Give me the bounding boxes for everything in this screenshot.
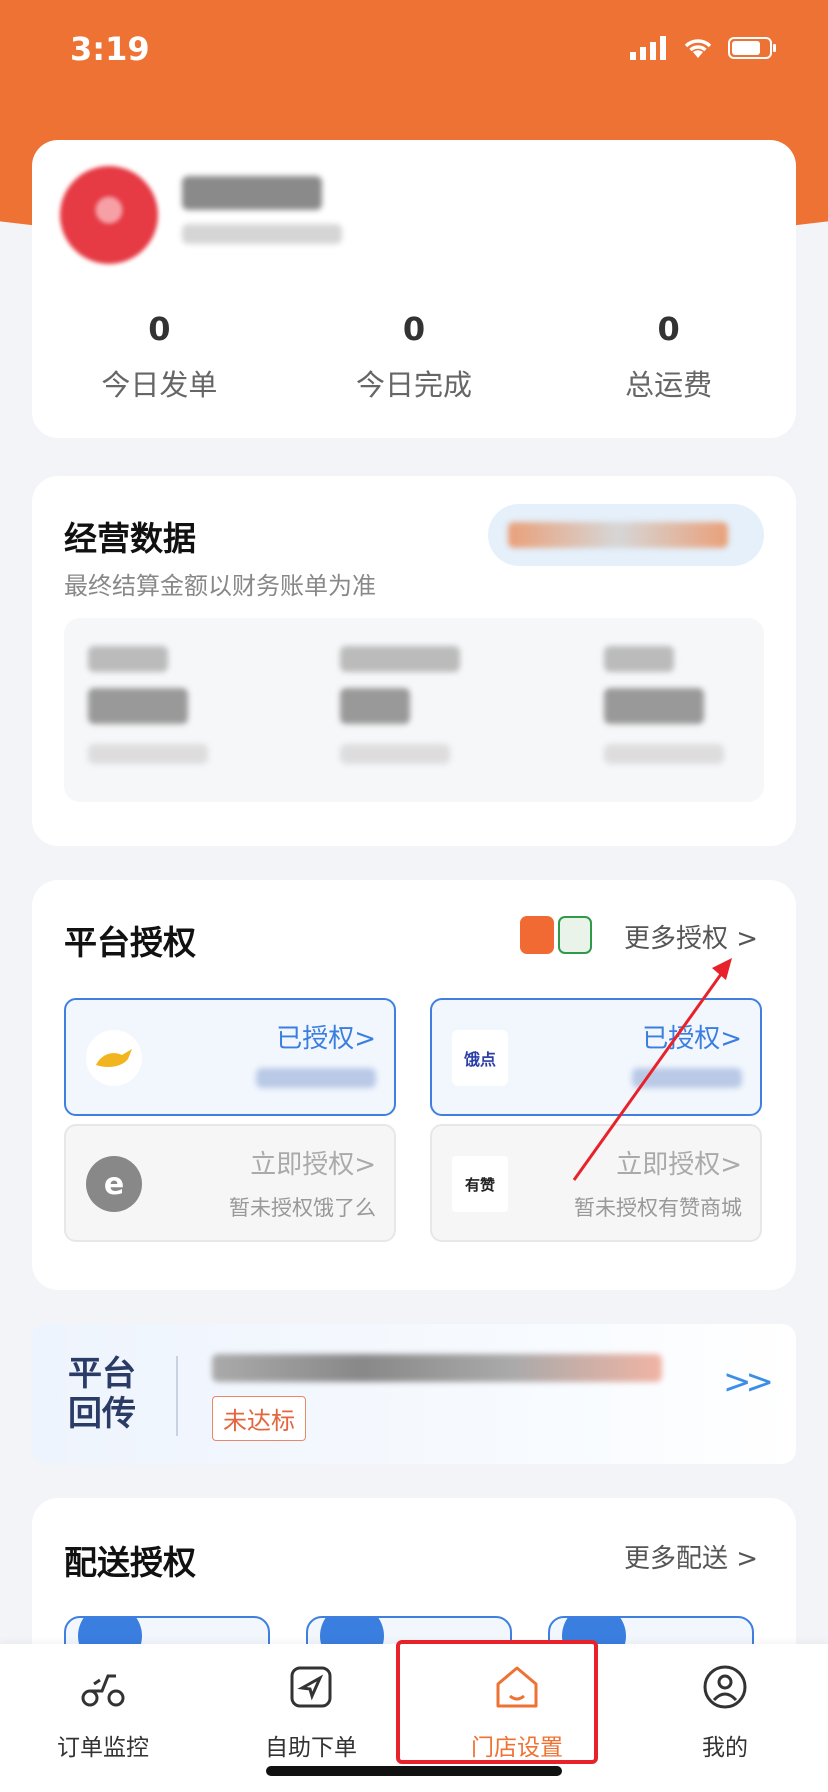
auth-tile-edian[interactable]: 饿点 已授权> bbox=[430, 998, 762, 1116]
stat-value: 0 bbox=[657, 310, 680, 348]
stat-total-fee[interactable]: 0 总运费 bbox=[541, 310, 796, 404]
stat-today-done[interactable]: 0 今日完成 bbox=[287, 310, 542, 404]
callback-title: 平台回传 bbox=[68, 1354, 136, 1434]
business-title: 经营数据 bbox=[64, 519, 196, 558]
tile-status: 立即授权> bbox=[250, 1150, 376, 1180]
auth-tile-meituan[interactable]: 已授权> bbox=[64, 998, 396, 1116]
profile-card: 0 今日发单 0 今日完成 0 总运费 bbox=[32, 140, 796, 438]
youzan-logo-icon: 有赞 bbox=[452, 1156, 508, 1212]
more-delivery-link[interactable]: 更多配送 > bbox=[624, 1538, 758, 1575]
user-icon bbox=[703, 1665, 747, 1709]
stats-row: 0 今日发单 0 今日完成 0 总运费 bbox=[32, 310, 796, 404]
platform-mini-logos bbox=[520, 916, 592, 954]
tile-note: 暂未授权饿了么 bbox=[229, 1196, 376, 1220]
redacted bbox=[88, 646, 168, 672]
tile-status: 立即授权> bbox=[616, 1150, 742, 1180]
tile-note-redacted bbox=[632, 1068, 742, 1088]
kangaroo-icon bbox=[86, 1030, 142, 1086]
double-chevron-icon[interactable]: >> bbox=[723, 1362, 774, 1402]
store-name-redacted bbox=[182, 176, 322, 210]
send-icon bbox=[290, 1666, 332, 1708]
stat-value: 0 bbox=[148, 310, 171, 348]
store-info-redacted bbox=[182, 224, 342, 244]
status-badge: 未达标 bbox=[212, 1396, 306, 1441]
stat-label: 总运费 bbox=[625, 368, 713, 402]
pill-text-redacted bbox=[508, 522, 728, 548]
auth-tile-eleme[interactable]: e 立即授权> 暂未授权饿了么 bbox=[64, 1124, 396, 1242]
stat-label: 今日发单 bbox=[101, 368, 218, 402]
stat-value: 0 bbox=[402, 310, 426, 348]
redacted bbox=[604, 646, 674, 672]
delivery-auth-title: 配送授权 bbox=[64, 1543, 196, 1582]
tab-order-monitor[interactable]: 订单监控 bbox=[28, 1662, 178, 1762]
status-bar: 3:19 bbox=[0, 0, 828, 100]
business-subtitle: 最终结算金额以财务账单为准 bbox=[64, 572, 376, 600]
status-time: 3:19 bbox=[70, 30, 150, 68]
status-icons bbox=[630, 36, 778, 60]
tile-note-redacted bbox=[256, 1068, 376, 1088]
tab-mine[interactable]: 我的 bbox=[650, 1662, 800, 1762]
business-pill-button[interactable] bbox=[488, 504, 764, 566]
wifi-icon bbox=[684, 39, 712, 58]
jingdong-logo-icon bbox=[558, 916, 592, 954]
platform-auth-card: 平台授权 更多授权 > 已授权> 饿点 已授权> e 立即授权> 暂未授权饿了么… bbox=[32, 880, 796, 1290]
tile-note: 暂未授权有赞商城 bbox=[574, 1196, 742, 1220]
tab-label: 订单监控 bbox=[57, 1735, 149, 1761]
signal-icon bbox=[630, 36, 666, 60]
tab-label: 我的 bbox=[702, 1735, 748, 1761]
platform-auth-title: 平台授权 bbox=[64, 923, 196, 962]
eleme-icon: e bbox=[86, 1156, 142, 1212]
business-stats-panel bbox=[64, 618, 764, 802]
tab-self-order[interactable]: 自助下单 bbox=[236, 1662, 386, 1762]
scooter-icon bbox=[81, 1674, 125, 1707]
redacted bbox=[88, 688, 188, 724]
auth-tile-youzan[interactable]: 有赞 立即授权> 暂未授权有赞商城 bbox=[430, 1124, 762, 1242]
edian-logo-icon: 饿点 bbox=[452, 1030, 508, 1086]
avatar[interactable] bbox=[60, 166, 158, 264]
tab-label: 自助下单 bbox=[265, 1735, 357, 1761]
business-data-card: 经营数据 最终结算金额以财务账单为准 bbox=[32, 476, 796, 846]
redacted bbox=[340, 646, 460, 672]
redacted bbox=[604, 744, 724, 764]
stat-label: 今日完成 bbox=[356, 368, 473, 402]
callback-divider bbox=[176, 1356, 178, 1436]
tile-status: 已授权> bbox=[276, 1024, 376, 1054]
redacted bbox=[340, 688, 410, 724]
kuaishou-logo-icon bbox=[520, 916, 554, 954]
platform-callback-banner[interactable]: 平台回传 未达标 >> bbox=[32, 1324, 796, 1464]
callback-text-redacted bbox=[212, 1354, 662, 1382]
tile-status: 已授权> bbox=[642, 1024, 742, 1054]
more-auth-link[interactable]: 更多授权 > bbox=[624, 918, 758, 955]
battery-icon bbox=[728, 37, 776, 59]
stat-today-sent[interactable]: 0 今日发单 bbox=[32, 310, 287, 404]
redacted bbox=[88, 744, 208, 764]
home-indicator bbox=[266, 1766, 562, 1776]
redacted bbox=[340, 744, 450, 764]
redacted bbox=[604, 688, 704, 724]
annotation-highlight-box bbox=[396, 1640, 598, 1764]
